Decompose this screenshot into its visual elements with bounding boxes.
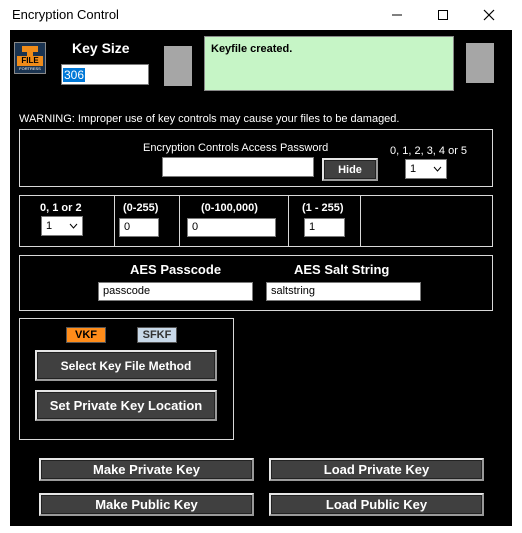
aes-salt-input[interactable]: saltstring [266, 282, 421, 301]
chevron-down-icon [433, 166, 442, 172]
vkf-label: VKF [75, 329, 97, 341]
status-message: Keyfile created. [211, 43, 293, 55]
aes-salt-label: AES Salt String [294, 262, 390, 277]
access-password-label: Encryption Controls Access Password [143, 142, 329, 154]
key-size-value: 306 [63, 68, 86, 82]
aes-frame [19, 255, 493, 311]
minimize-button[interactable] [374, 0, 420, 30]
param-label: (0-100,000) [201, 202, 258, 214]
maximize-button[interactable] [420, 0, 466, 30]
aes-passcode-input[interactable]: passcode [98, 282, 253, 301]
load-private-key-button[interactable]: Load Private Key [269, 458, 484, 481]
warning-text: WARNING: Improper use of key controls ma… [19, 113, 400, 125]
aes-passcode-label: AES Passcode [130, 262, 222, 277]
param-label: 0, 1 or 2 [40, 202, 82, 214]
chevron-down-icon [69, 223, 78, 229]
maximize-icon [438, 10, 448, 20]
make-private-key-button[interactable]: Make Private Key [39, 458, 254, 481]
sfkf-option[interactable]: SFKF [137, 327, 177, 343]
make-public-key-button[interactable]: Make Public Key [39, 493, 254, 516]
logo-subtext: FORTRESS [19, 66, 41, 71]
key-size-input[interactable]: 306 [61, 64, 149, 85]
param-select-value: 1 [46, 220, 53, 232]
level-label: 0, 1, 2, 3, 4 or 5 [390, 145, 468, 157]
close-button[interactable] [466, 0, 512, 30]
load-public-key-button[interactable]: Load Public Key [269, 493, 484, 516]
close-icon [483, 9, 495, 21]
param-input[interactable]: 0 [119, 218, 159, 237]
level-select-value: 1 [410, 163, 417, 175]
file-fortress-logo: FILE FORTRESS [14, 42, 46, 74]
access-password-input[interactable] [162, 157, 314, 177]
logo-text: FILE [17, 56, 43, 66]
params-divider [114, 196, 115, 246]
param-label: (0-255) [123, 202, 159, 214]
right-indicator [466, 43, 494, 83]
level-select[interactable]: 1 [405, 159, 447, 179]
vkf-option[interactable]: VKF [66, 327, 106, 343]
set-private-key-location-button[interactable]: Set Private Key Location [35, 390, 217, 421]
left-indicator [164, 46, 192, 86]
status-box: Keyfile created. [204, 36, 454, 91]
hide-button[interactable]: Hide [322, 158, 378, 181]
param-label: (1 - 255) [302, 202, 344, 214]
params-divider [288, 196, 289, 246]
param-input[interactable]: 1 [304, 218, 345, 237]
param-select[interactable]: 1 [41, 216, 83, 236]
sfkf-label: SFKF [142, 329, 172, 341]
minimize-icon [392, 14, 402, 16]
param-input[interactable]: 0 [187, 218, 276, 237]
params-divider [360, 196, 361, 246]
select-key-file-method-button[interactable]: Select Key File Method [35, 350, 217, 381]
window-title: Encryption Control [12, 7, 119, 22]
params-divider [179, 196, 180, 246]
key-size-label: Key Size [72, 40, 130, 56]
